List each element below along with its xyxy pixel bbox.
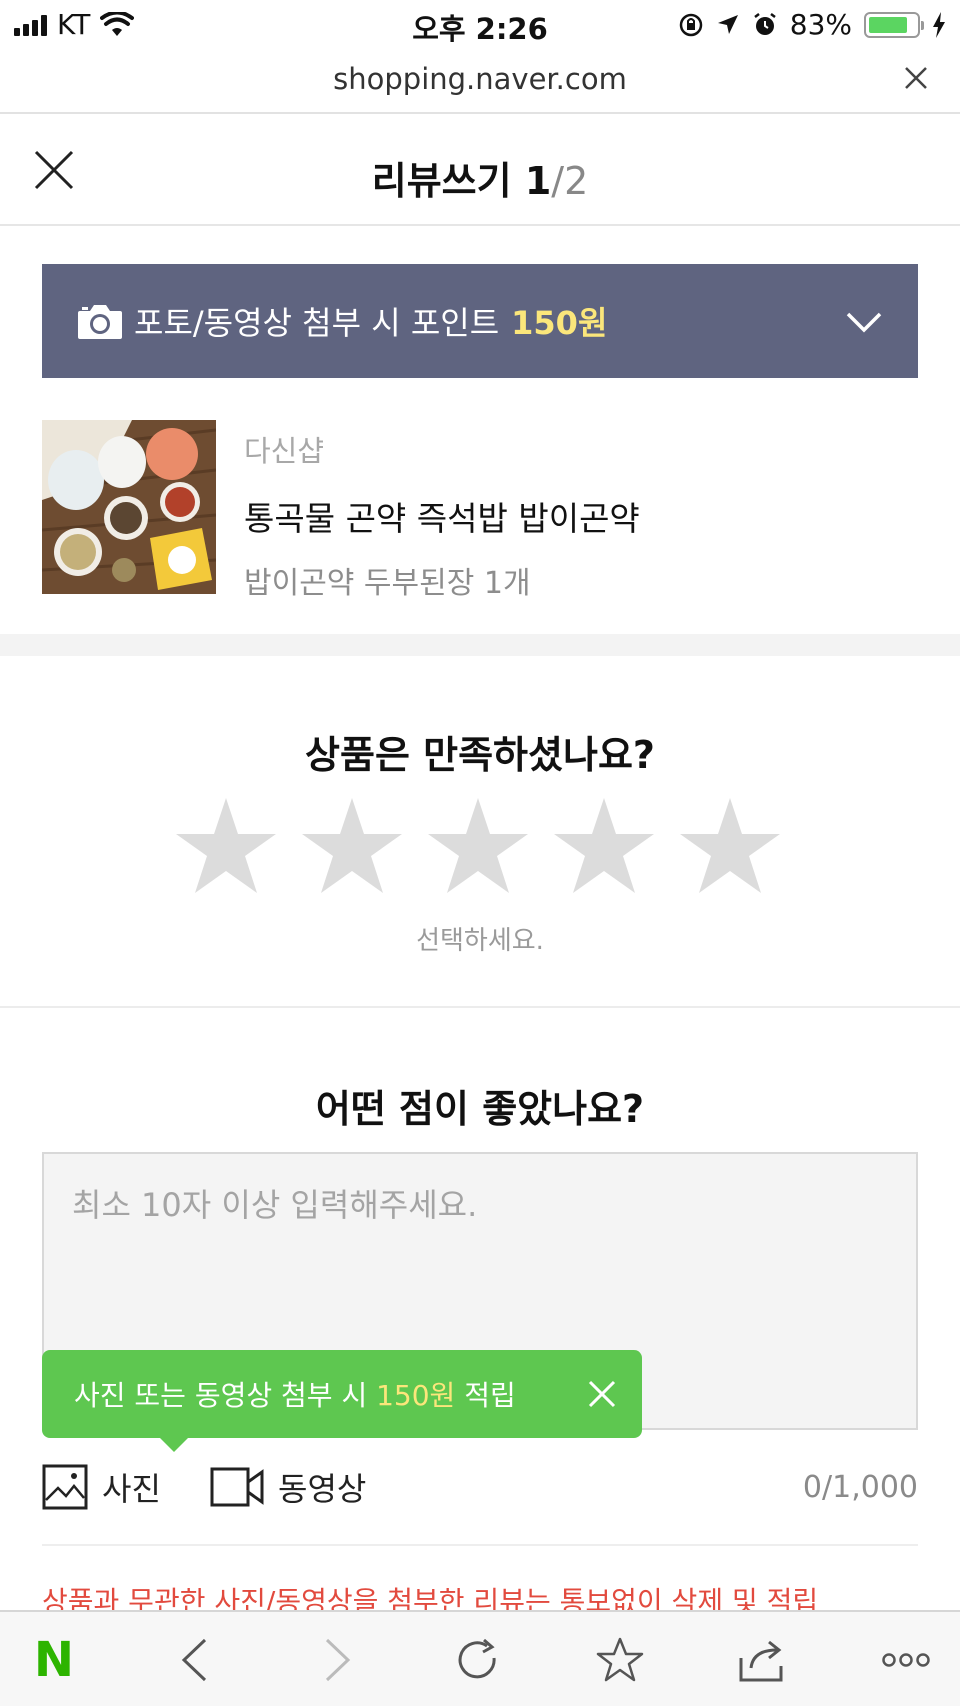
naver-home-button[interactable]: N	[28, 1634, 80, 1686]
status-right: 83%	[678, 8, 946, 41]
chevron-left-icon	[181, 1638, 207, 1682]
back-button[interactable]	[168, 1634, 220, 1686]
naver-logo-icon: N	[33, 1632, 75, 1688]
rating-question: 상품은 만족하셨나요?	[305, 733, 655, 777]
refresh-button[interactable]	[452, 1634, 504, 1686]
share-button[interactable]	[736, 1634, 788, 1686]
product-card: 다신샵 통곡물 곤약 즉석밥 밥이곤약 밥이곤약 두부된장 1개	[42, 420, 918, 601]
banner-label: 포토/동영상 첨부 시 포인트	[134, 304, 500, 342]
rating-star-1[interactable]	[174, 796, 278, 900]
alarm-icon	[754, 12, 776, 35]
rating-star-5[interactable]	[678, 796, 782, 900]
video-attach-button[interactable]: 동영상	[210, 1464, 366, 1510]
battery-icon	[864, 11, 924, 38]
reward-tooltip: 사진 또는 동영상 첨부 시 150원 적립	[42, 1350, 642, 1452]
star-outline-icon	[596, 1637, 644, 1682]
url-text[interactable]: shopping.naver.com	[0, 62, 960, 96]
point-banner[interactable]: 포토/동영상 첨부 시 포인트 150원	[42, 264, 918, 378]
product-name: 통곡물 곤약 즉석밥 밥이곤약	[244, 499, 640, 538]
tooltip-amount: 150원	[376, 1379, 456, 1412]
tooltip-text-after: 적립	[464, 1379, 516, 1412]
photo-attach-button[interactable]: 사진	[42, 1464, 161, 1510]
product-image	[42, 420, 216, 594]
share-icon	[739, 1640, 783, 1682]
page-header: 리뷰쓰기 1/2	[0, 116, 960, 226]
photo-icon	[42, 1464, 88, 1510]
step-total: /2	[551, 159, 589, 203]
forward-button[interactable]	[312, 1634, 364, 1686]
browser-url-bar: shopping.naver.com	[0, 46, 960, 114]
video-camera-icon	[210, 1467, 264, 1507]
bookmark-button[interactable]	[594, 1634, 646, 1686]
camera-icon	[78, 305, 122, 339]
rotation-lock-icon	[679, 13, 703, 36]
close-browser-icon[interactable]	[902, 64, 930, 92]
product-info: 다신샵 통곡물 곤약 즉석밥 밥이곤약 밥이곤약 두부된장 1개	[244, 428, 640, 602]
tooltip-text: 사진 또는 동영상 첨부 시 150원 적립	[74, 1374, 516, 1414]
battery-percent: 83%	[789, 8, 852, 41]
divider	[0, 1006, 960, 1008]
more-button[interactable]	[880, 1634, 932, 1686]
product-shop: 다신샵	[244, 434, 325, 468]
warning-notice: 상품과 무관한 사진/동영상을 첨부한 리뷰는 통보없이 삭제 및 적립	[42, 1585, 819, 1610]
charging-icon	[933, 11, 945, 38]
attach-row: 사진 동영상 0/1,000	[42, 1464, 918, 1516]
location-icon	[717, 14, 738, 34]
status-bar: KT 오후 2:26 83%	[0, 0, 960, 46]
step-current: 1	[524, 159, 552, 203]
tooltip-close-icon[interactable]	[586, 1378, 618, 1410]
star-rating	[174, 796, 782, 900]
refresh-icon	[458, 1638, 496, 1679]
rating-star-3[interactable]	[426, 796, 530, 900]
character-counter: 0/1,000	[802, 1470, 918, 1505]
browser-toolbar: N	[0, 1610, 960, 1706]
rating-star-4[interactable]	[552, 796, 656, 900]
more-dots-icon	[882, 1653, 930, 1667]
banner-amount: 150원	[511, 304, 608, 342]
tooltip-text-before: 사진 또는 동영상 첨부 시	[74, 1379, 368, 1412]
chevron-right-icon	[325, 1638, 351, 1682]
section-divider	[0, 634, 960, 656]
photo-label: 사진	[102, 1470, 161, 1508]
review-question: 어떤 점이 좋았나요?	[315, 1087, 645, 1131]
banner-text: 포토/동영상 첨부 시 포인트 150원	[134, 298, 607, 344]
rating-hint: 선택하세요.	[416, 926, 544, 956]
page-title: 리뷰쓰기 1/2	[0, 150, 960, 205]
divider	[42, 1544, 918, 1546]
video-label: 동영상	[278, 1470, 367, 1508]
product-option: 밥이곤약 두부된장 1개	[244, 566, 531, 601]
chevron-down-icon[interactable]	[844, 302, 884, 342]
rating-star-2[interactable]	[300, 796, 404, 900]
title-text: 리뷰쓰기	[371, 159, 512, 203]
